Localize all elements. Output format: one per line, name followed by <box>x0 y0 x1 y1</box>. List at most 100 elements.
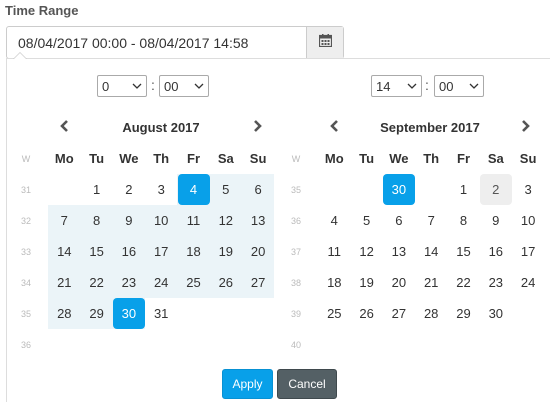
right-minute-value: 00 <box>439 78 454 94</box>
week-number: 36 <box>290 215 301 226</box>
day-cell[interactable]: 28 <box>415 298 447 329</box>
day-cell[interactable]: 8 <box>81 205 113 236</box>
day-cell[interactable]: 16 <box>480 236 512 267</box>
day-cell[interactable]: 17 <box>512 236 544 267</box>
day-cell[interactable]: 12 <box>351 236 383 267</box>
day-cell[interactable]: 24 <box>512 267 544 298</box>
weekday-header: Su <box>519 151 537 166</box>
day-cell[interactable]: 7 <box>48 205 80 236</box>
week-number: 39 <box>290 308 301 319</box>
week-number: 37 <box>290 246 301 257</box>
day-cell[interactable]: 21 <box>48 267 80 298</box>
day-cell[interactable]: 30 <box>382 174 415 205</box>
day-cell[interactable]: 27 <box>242 267 274 298</box>
week-number: 34 <box>20 277 31 288</box>
weekday-header: Th <box>423 151 440 166</box>
day-cell[interactable]: 21 <box>415 267 447 298</box>
right-hour-select[interactable]: 14 <box>371 75 422 97</box>
day-cell[interactable]: 15 <box>81 236 113 267</box>
calendar-button[interactable] <box>306 27 343 58</box>
day-cell[interactable]: 15 <box>448 236 480 267</box>
cancel-button[interactable]: Cancel <box>277 369 337 399</box>
day-cell[interactable]: 25 <box>318 298 350 329</box>
day-cell[interactable]: 17 <box>145 236 177 267</box>
day-cell[interactable]: 22 <box>448 267 480 298</box>
day-cell[interactable]: 28 <box>48 298 80 329</box>
chevron-left-icon <box>329 119 339 137</box>
day-cell[interactable]: 20 <box>383 267 415 298</box>
weekday-header: Su <box>249 151 267 166</box>
day-cell[interactable]: 13 <box>383 236 415 267</box>
day-cell[interactable]: 3 <box>512 174 544 205</box>
day-cell[interactable]: 25 <box>178 267 210 298</box>
day-cell[interactable]: 5 <box>351 205 383 236</box>
day-cell[interactable]: 30 <box>112 298 145 329</box>
next-month-button[interactable] <box>516 118 536 138</box>
day-cell[interactable]: 29 <box>448 298 480 329</box>
day-cell[interactable]: 26 <box>351 298 383 329</box>
day-cell[interactable]: 2 <box>479 174 512 205</box>
left-minute-select[interactable]: 00 <box>159 75 209 97</box>
left-hour-select[interactable]: 0 <box>97 75 147 97</box>
weekday-header: Mo <box>54 151 74 166</box>
time-range-input[interactable] <box>7 27 307 58</box>
time-range-field[interactable] <box>6 26 344 59</box>
weekday-header: Th <box>153 151 170 166</box>
day-cell[interactable]: 19 <box>351 267 383 298</box>
day-cell[interactable]: 14 <box>415 236 447 267</box>
calendar-icon <box>318 33 332 52</box>
prev-month-button-right[interactable] <box>324 118 344 138</box>
week-number: 35 <box>290 184 301 195</box>
day-cell[interactable]: 23 <box>480 267 512 298</box>
day-cell[interactable]: 6 <box>383 205 415 236</box>
day-cell[interactable]: 19 <box>210 236 242 267</box>
day-cell[interactable]: 13 <box>242 205 274 236</box>
day-cell[interactable]: 26 <box>210 267 242 298</box>
chevron-right-icon <box>521 119 531 137</box>
week-number-header: W <box>21 154 31 164</box>
day-cell[interactable]: 18 <box>178 236 210 267</box>
day-cell[interactable]: 23 <box>113 267 145 298</box>
day-cell[interactable]: 31 <box>145 298 177 329</box>
day-cell[interactable]: 2 <box>113 174 145 205</box>
day-cell[interactable]: 1 <box>448 174 480 205</box>
day-cell[interactable]: 9 <box>113 205 145 236</box>
day-cell[interactable]: 12 <box>210 205 242 236</box>
day-cell[interactable]: 10 <box>512 205 544 236</box>
day-cell[interactable]: 20 <box>242 236 274 267</box>
day-cell[interactable]: 18 <box>318 267 350 298</box>
time-range-label: Time Range <box>5 3 79 18</box>
day-cell[interactable]: 16 <box>113 236 145 267</box>
day-cell[interactable]: 24 <box>145 267 177 298</box>
day-cell[interactable]: 8 <box>448 205 480 236</box>
day-cell[interactable]: 27 <box>383 298 415 329</box>
weekday-header: Sa <box>487 151 504 166</box>
right-hour-value: 14 <box>376 78 391 94</box>
left-time-colon: : <box>151 77 155 93</box>
next-month-button-left[interactable] <box>248 118 268 138</box>
day-cell[interactable]: 4 <box>177 174 210 205</box>
weekday-header: Tu <box>359 151 375 166</box>
week-number: 36 <box>20 339 31 350</box>
day-cell[interactable]: 3 <box>145 174 177 205</box>
day-cell[interactable]: 14 <box>48 236 80 267</box>
week-number: 31 <box>20 184 31 195</box>
day-cell[interactable]: 6 <box>242 174 274 205</box>
right-minute-select[interactable]: 00 <box>434 75 484 97</box>
day-cell[interactable]: 4 <box>318 205 350 236</box>
day-cell[interactable]: 7 <box>415 205 447 236</box>
day-cell[interactable]: 11 <box>178 205 210 236</box>
day-cell[interactable]: 5 <box>210 174 242 205</box>
day-cell[interactable]: 9 <box>480 205 512 236</box>
apply-button[interactable]: Apply <box>222 369 273 399</box>
week-number: 35 <box>20 308 31 319</box>
weekday-header: Fr <box>187 151 200 166</box>
day-cell[interactable]: 1 <box>81 174 113 205</box>
day-cell[interactable]: 10 <box>145 205 177 236</box>
chevron-down-icon <box>469 80 479 92</box>
prev-month-button[interactable] <box>54 118 74 138</box>
day-cell[interactable]: 29 <box>81 298 113 329</box>
day-cell[interactable]: 11 <box>318 236 350 267</box>
day-cell[interactable]: 22 <box>81 267 113 298</box>
day-cell[interactable]: 30 <box>480 298 512 329</box>
